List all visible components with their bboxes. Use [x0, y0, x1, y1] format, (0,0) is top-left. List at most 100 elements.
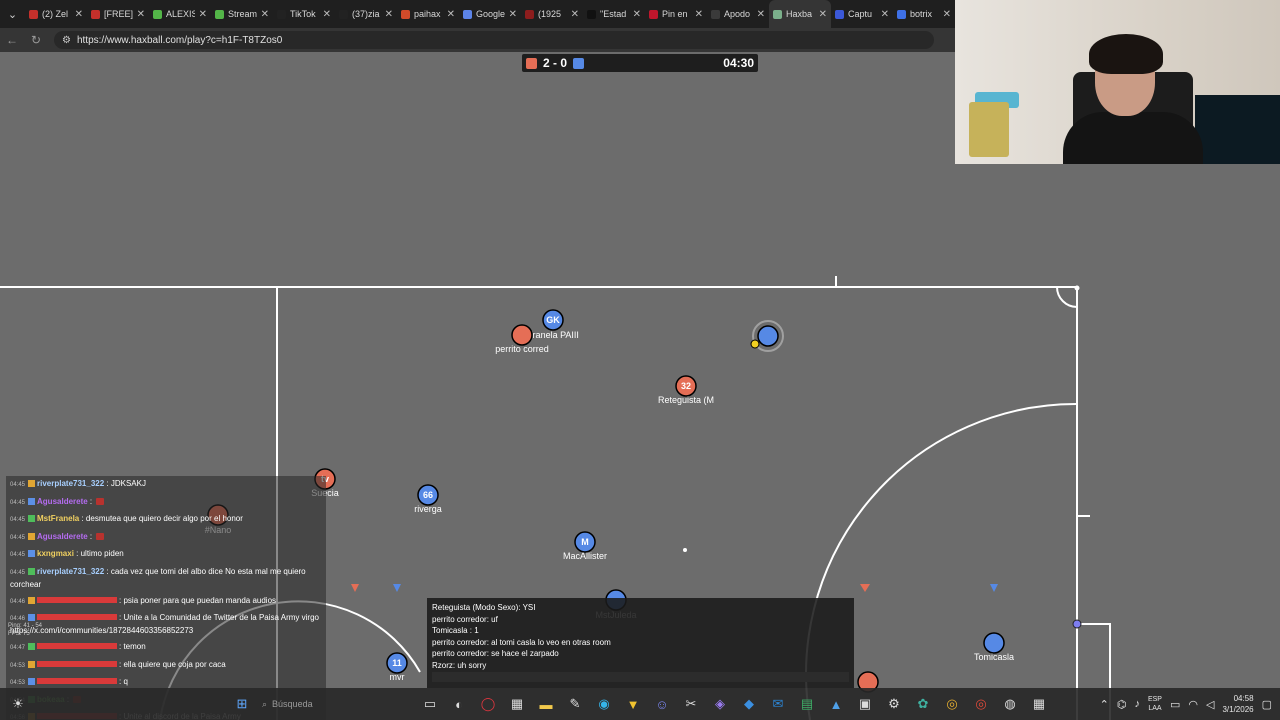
folder-icon[interactable]: ▬: [534, 692, 558, 716]
chrome-icon[interactable]: ◎: [940, 692, 964, 716]
browser-tab[interactable]: Pin en ✕: [645, 0, 707, 28]
browser-tab[interactable]: (1925 ✕: [521, 0, 583, 28]
chat-text: :: [89, 531, 93, 541]
close-tab-icon[interactable]: ✕: [137, 9, 145, 20]
language-indicator[interactable]: ESP LAA: [1148, 695, 1162, 713]
opera-icon[interactable]: ◯: [476, 692, 500, 716]
tab-label: Pin en: [662, 9, 688, 19]
browser-tab[interactable]: Stream ✕: [211, 0, 273, 28]
browser-tab[interactable]: ALEXIS ✕: [149, 0, 211, 28]
browser-tab[interactable]: "Estad ✕: [583, 0, 645, 28]
app2-icon[interactable]: ✿: [911, 692, 935, 716]
clock[interactable]: 04:58 3/1/2026: [1222, 693, 1253, 715]
browser-tab[interactable]: (2) Zel ✕: [25, 0, 87, 28]
browser-tab[interactable]: Haxba ✕: [769, 0, 831, 28]
chat-username[interactable]: [37, 643, 118, 649]
app-icon[interactable]: ◈: [708, 692, 732, 716]
tab-favicon-icon: [91, 9, 100, 19]
display-icon[interactable]: ▭: [1170, 698, 1180, 711]
browser-tab[interactable]: Captu ✕: [831, 0, 893, 28]
chrome2-icon[interactable]: ◎: [969, 692, 993, 716]
player-avatar: 11: [392, 658, 402, 668]
player-name: Franela PAIII: [527, 330, 579, 340]
close-tab-icon[interactable]: ✕: [199, 9, 207, 20]
pinned-apps: ▭ ◐ ◯ ▦ ▬ ✎ ◉ ▼ ☺ ✂ ◈ ◆ ✉ ▤ ▲ ▣ ⚙ ✿ ◎ ◎ …: [418, 688, 1051, 720]
mic-icon[interactable]: ♪: [1134, 698, 1140, 710]
player-disc: [983, 632, 1005, 654]
tab-label: paihax: [414, 9, 441, 19]
player-avatar: GK: [546, 315, 560, 325]
photos-icon[interactable]: ▲: [824, 692, 848, 716]
calculator-icon[interactable]: ▦: [1027, 692, 1051, 716]
volume-icon[interactable]: ◁: [1206, 698, 1214, 711]
chat-username[interactable]: [37, 614, 118, 620]
chat-username[interactable]: riverplate731_322: [37, 567, 106, 576]
browser-tab[interactable]: TikTok ✕: [273, 0, 335, 28]
taskbar-search[interactable]: ⌕ Búsqueda: [262, 695, 412, 713]
copilot-icon[interactable]: ◐: [447, 692, 471, 716]
close-tab-icon[interactable]: ✕: [881, 9, 889, 20]
close-tab-icon[interactable]: ✕: [323, 9, 331, 20]
chat-username[interactable]: [37, 678, 118, 684]
network-icon[interactable]: ⌬: [1117, 698, 1127, 711]
notes-icon[interactable]: ▤: [795, 692, 819, 716]
close-tab-icon[interactable]: ✕: [943, 9, 951, 20]
taskbar: ☀ ⊞ ⌕ Búsqueda ▭ ◐ ◯ ▦ ▬ ✎ ◉ ▼ ☺ ✂ ◈ ◆ ✉…: [0, 688, 1280, 720]
game-chat-input[interactable]: [432, 672, 849, 682]
mail-icon[interactable]: ✉: [766, 692, 790, 716]
close-tab-icon[interactable]: ✕: [633, 9, 641, 20]
browser-tab[interactable]: paihax ✕: [397, 0, 459, 28]
notification-icon[interactable]: ▢: [1262, 698, 1272, 711]
vegas-icon[interactable]: ▼: [621, 692, 645, 716]
streamer-hair: [1089, 34, 1163, 74]
capcut-icon[interactable]: ✂: [679, 692, 703, 716]
red-marker-icon: [351, 584, 359, 592]
browser-tab[interactable]: (37)zia ✕: [335, 0, 397, 28]
wifi-icon[interactable]: ◠: [1188, 698, 1198, 711]
steam-icon[interactable]: ◍: [998, 692, 1022, 716]
browser-tab[interactable]: Apodo ✕: [707, 0, 769, 28]
close-tab-icon[interactable]: ✕: [75, 9, 83, 20]
widgets-icon[interactable]: ☀: [6, 692, 30, 716]
browser-tab[interactable]: botrix ✕: [893, 0, 955, 28]
chat-username[interactable]: Agusalderete: [37, 497, 90, 506]
close-tab-icon[interactable]: ✕: [447, 9, 455, 20]
close-tab-icon[interactable]: ✕: [757, 9, 765, 20]
discord-icon[interactable]: ☺: [650, 692, 674, 716]
url-field[interactable]: ⚙ https://www.haxball.com/play?c=h1F-T8T…: [54, 31, 934, 49]
chat-message: 04:45 Agusalderete :: [6, 494, 326, 512]
reload-icon[interactable]: ↻: [24, 28, 48, 52]
close-tab-icon[interactable]: ✕: [385, 9, 393, 20]
game-chat-line: perrito corredor: se hace el zarpado: [432, 649, 559, 658]
chat-username[interactable]: [37, 660, 118, 667]
tab-label: (2) Zel: [42, 9, 69, 19]
back-icon[interactable]: ←: [0, 28, 24, 52]
task-view-icon[interactable]: ▭: [418, 692, 442, 716]
chat-username[interactable]: [37, 596, 118, 603]
screen: ⌄ (2) Zel ✕ [FREE] ✕ ALEXIS ✕ Stream ✕ TikTok ✕ (3…: [0, 0, 1280, 720]
chat-username[interactable]: kxngmaxi: [37, 549, 76, 558]
chat-username[interactable]: riverplate731_322: [37, 479, 106, 488]
store-icon[interactable]: ▦: [505, 692, 529, 716]
close-tab-icon[interactable]: ✕: [509, 9, 517, 20]
close-tab-icon[interactable]: ✕: [695, 9, 703, 20]
start-icon[interactable]: ⊞: [230, 692, 254, 716]
tab-label: Apodo: [724, 9, 751, 19]
browser-tab[interactable]: [FREE] ✕: [87, 0, 149, 28]
terminal-icon[interactable]: ▣: [853, 692, 877, 716]
close-tab-icon[interactable]: ✕: [261, 9, 269, 20]
chat-username[interactable]: MstFranela: [37, 514, 81, 523]
pen-icon[interactable]: ✎: [563, 692, 587, 716]
browser-tab[interactable]: Google ✕: [459, 0, 521, 28]
close-tab-icon[interactable]: ✕: [819, 9, 827, 20]
tab-list-button[interactable]: ⌄: [0, 0, 25, 28]
site-info-icon[interactable]: ⚙: [62, 35, 71, 46]
close-tab-icon[interactable]: ✕: [571, 9, 579, 20]
chat-username[interactable]: Agusalderete: [37, 532, 90, 541]
chevron-up-icon[interactable]: ⌃: [1100, 698, 1109, 711]
editor-icon[interactable]: ◆: [737, 692, 761, 716]
settings-icon[interactable]: ⚙: [882, 692, 906, 716]
edge-icon[interactable]: ◉: [592, 692, 616, 716]
player-name: perrito corred: [495, 344, 549, 354]
tab-label: Stream: [228, 9, 257, 19]
